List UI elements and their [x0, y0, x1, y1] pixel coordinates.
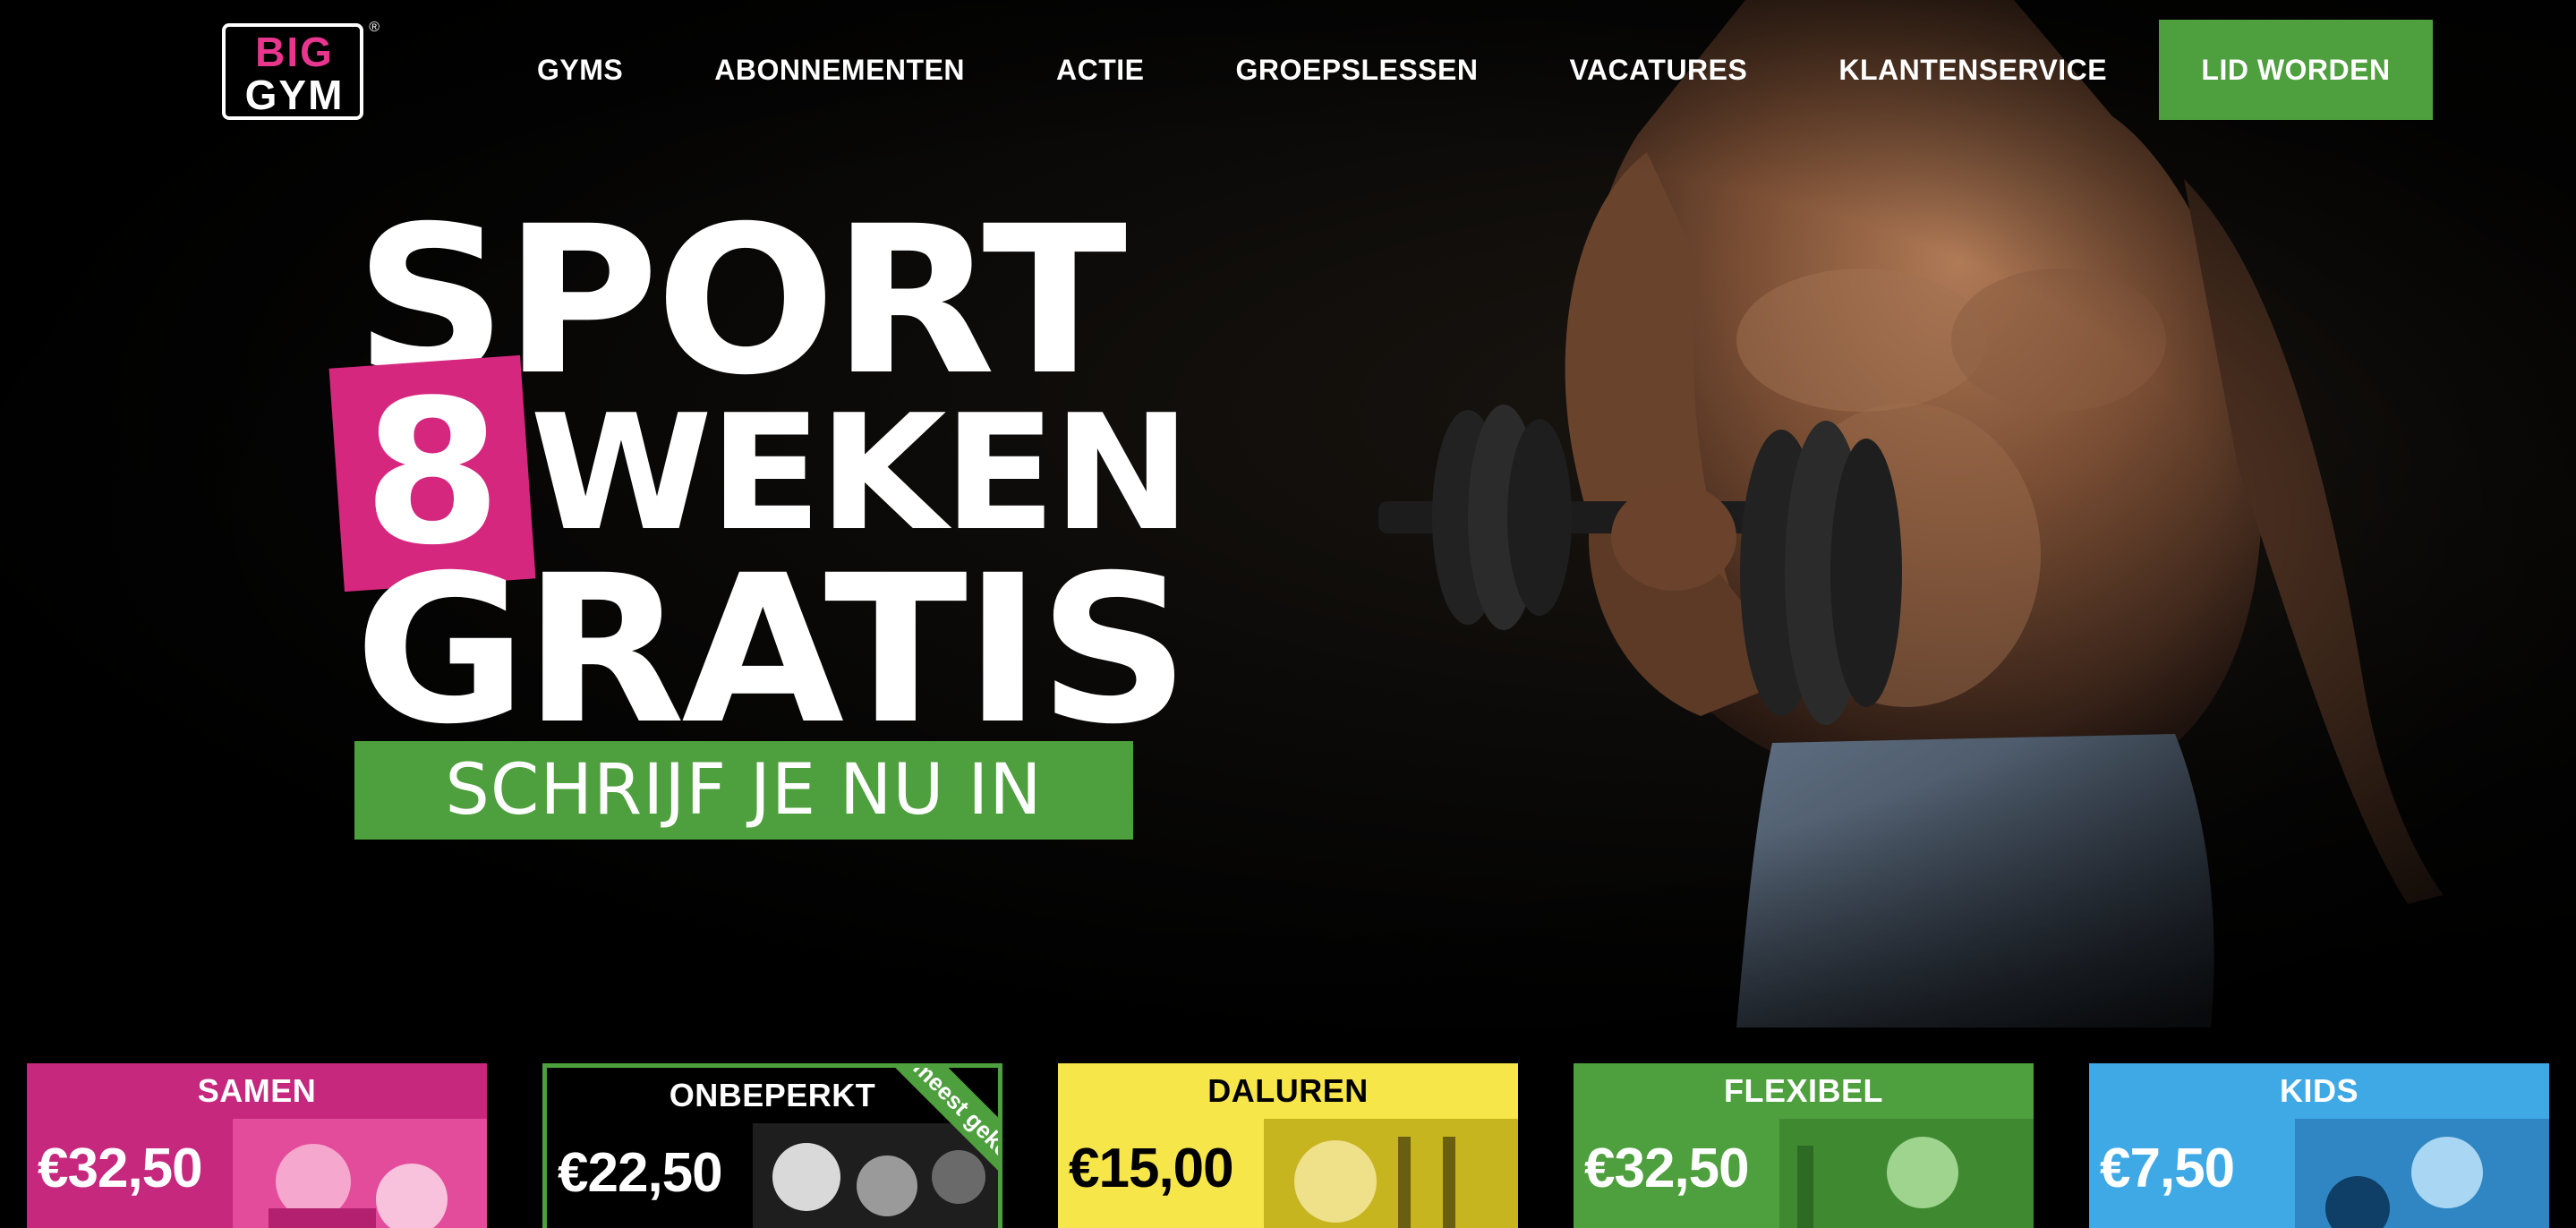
plan-name: SAMEN — [197, 1072, 317, 1109]
plan-card-flexibel[interactable]: FLEXIBEL €32,50 — [1574, 1063, 2034, 1228]
plan-card-kids[interactable]: KIDS €7,50 — [2089, 1063, 2549, 1228]
plan-name: DALUREN — [1207, 1072, 1369, 1109]
plan-name: KIDS — [2279, 1072, 2358, 1109]
logo-text-gym: GYM — [244, 72, 345, 118]
plan-card-onbeperkt[interactable]: ONBEPERKT €22,50 meest gekozen — [542, 1063, 1002, 1228]
plan-photo-woman — [1779, 1119, 2034, 1228]
plan-photo-senior — [1264, 1119, 1518, 1228]
plan-card-daluren[interactable]: DALUREN €15,00 — [1058, 1063, 1518, 1228]
plan-photo-kids — [2295, 1119, 2549, 1228]
plan-price: €32,50 — [1584, 1137, 1750, 1199]
main-nav: GYMS ABONNEMENTEN ACTIE GROEPSLESSEN VAC… — [537, 20, 2198, 120]
nav-gyms[interactable]: GYMS — [537, 54, 623, 87]
big-gym-logo[interactable]: BIG GYM ® — [222, 20, 380, 120]
plan-name: FLEXIBEL — [1723, 1072, 1883, 1109]
plan-photo-couple — [233, 1119, 487, 1228]
nav-klantenservice[interactable]: KLANTENSERVICE — [1838, 54, 2107, 87]
registered-mark: ® — [369, 20, 380, 35]
plan-card-samen[interactable]: SAMEN €32,50 — [27, 1063, 487, 1228]
logo-text-big: BIG — [255, 29, 334, 75]
plan-photo-group — [753, 1123, 998, 1228]
nav-vacatures[interactable]: VACATURES — [1569, 54, 1747, 87]
signup-button[interactable]: SCHRIJF JE NU IN — [354, 741, 1133, 840]
page: BIG GYM ® GYMS ABONNEMENTEN ACTIE GROEPS… — [0, 0, 2576, 1228]
nav-abonnementen[interactable]: ABONNEMENTEN — [714, 54, 965, 87]
plan-price: €15,00 — [1069, 1137, 1234, 1199]
plan-price: €32,50 — [38, 1137, 203, 1199]
hero-headline-gratis: GRATIS — [354, 531, 1190, 769]
hero-headline-weken: WEKEN — [530, 380, 1191, 566]
join-button[interactable]: LID WORDEN — [2159, 20, 2433, 120]
nav-actie[interactable]: ACTIE — [1056, 54, 1145, 87]
plan-price: €22,50 — [558, 1141, 723, 1204]
nav-groepslessen[interactable]: GROEPSLESSEN — [1236, 54, 1479, 87]
plan-price: €7,50 — [2100, 1137, 2235, 1199]
